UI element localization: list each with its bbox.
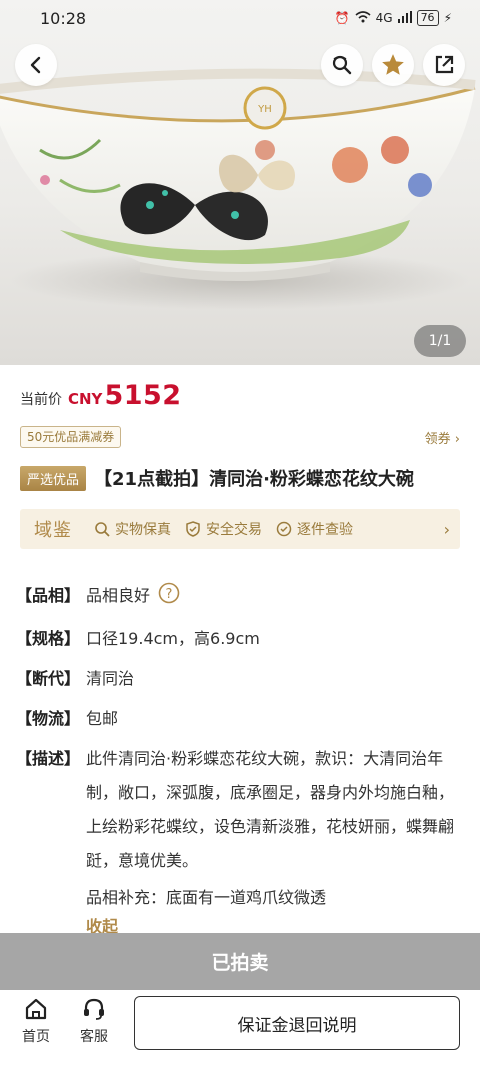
network-label: 4G bbox=[375, 11, 393, 25]
signal-icon bbox=[397, 10, 412, 26]
home-icon bbox=[25, 998, 47, 1020]
attr-key: 【规格】 bbox=[16, 629, 81, 648]
nav-home-label: 首页 bbox=[22, 1029, 50, 1045]
favorite-button[interactable] bbox=[372, 44, 414, 86]
help-icon[interactable]: ? bbox=[158, 582, 180, 608]
attr-key: 【物流】 bbox=[16, 709, 81, 728]
assurance-item-label: 安全交易 bbox=[206, 522, 262, 538]
battery-level: 76 bbox=[416, 10, 439, 26]
image-search-button[interactable] bbox=[321, 44, 363, 86]
nav-service[interactable]: 客服 bbox=[72, 996, 116, 1046]
status-icons: ⏰ 4G 76 ⚡ bbox=[335, 10, 452, 26]
check-circle-icon bbox=[276, 521, 292, 537]
product-title: 【21点截拍】清同治·粉彩蝶恋花纹大碗 bbox=[94, 469, 414, 490]
attr-value: 清同治 bbox=[86, 669, 135, 688]
product-title-row: 严选优品 【21点截拍】清同治·粉彩蝶恋花纹大碗 bbox=[20, 465, 465, 491]
search-icon bbox=[95, 522, 110, 537]
attr-shipping: 【物流】 包邮 bbox=[16, 705, 118, 729]
assurance-item-label: 实物保真 bbox=[115, 522, 171, 538]
wifi-icon bbox=[355, 10, 371, 26]
status-bar: 10:28 ⏰ 4G 76 ⚡ bbox=[0, 0, 480, 36]
svg-text:?: ? bbox=[166, 587, 173, 602]
condition-supplement: 品相补充：底面有一道鸡爪纹微透 bbox=[86, 888, 327, 907]
share-button[interactable] bbox=[423, 44, 465, 86]
status-time: 10:28 bbox=[40, 8, 87, 28]
assurance-item-authentic: 实物保真 bbox=[94, 519, 171, 539]
attr-description: 【描述】 bbox=[16, 745, 86, 769]
attr-period: 【断代】 清同治 bbox=[16, 665, 134, 689]
assurance-item-inspection: 逐件查验 bbox=[276, 519, 353, 539]
nav-service-label: 客服 bbox=[80, 1029, 108, 1045]
attr-condition: 【品相】 品相良好 ? bbox=[16, 582, 180, 608]
image-page-indicator: 1/1 bbox=[414, 325, 466, 357]
charging-icon: ⚡ bbox=[443, 11, 452, 25]
description-text: 此件清同治·粉彩蝶恋花纹大碗，款识：大清同治年制，敞口，深弧腹，底承圈足，器身内… bbox=[86, 749, 455, 870]
coupon-tag[interactable]: 50元优品满减券 bbox=[20, 426, 122, 448]
back-button[interactable] bbox=[15, 44, 57, 86]
sold-status-bar: 已拍卖 bbox=[0, 933, 480, 990]
chevron-right-icon: › bbox=[443, 519, 450, 539]
assurance-item-label: 逐件查验 bbox=[297, 522, 353, 538]
attr-key: 【品相】 bbox=[16, 586, 81, 605]
headset-icon bbox=[84, 998, 104, 1020]
assurance-logo: 域鉴 bbox=[34, 520, 72, 541]
assurance-item-safe-trade: 安全交易 bbox=[185, 519, 262, 539]
selection-badge: 严选优品 bbox=[20, 465, 87, 491]
price-value: 5152 bbox=[104, 380, 182, 411]
price-currency: CNY bbox=[68, 390, 103, 408]
get-coupon-link[interactable]: 领券 › bbox=[425, 428, 460, 447]
price-row: 当前价 CNY 5152 bbox=[20, 380, 182, 411]
price-label: 当前价 bbox=[20, 392, 62, 408]
deposit-refund-button[interactable]: 保证金退回说明 bbox=[134, 996, 460, 1050]
shield-check-icon bbox=[186, 521, 200, 537]
share-icon bbox=[435, 55, 454, 74]
attr-size: 【规格】 口径19.4cm，高6.9cm bbox=[16, 625, 260, 649]
assurance-bar[interactable]: 域鉴 实物保真 安全交易 逐件查验 › bbox=[20, 509, 460, 549]
attr-value: 包邮 bbox=[86, 709, 119, 728]
bottom-bar: 首页 客服 保证金退回说明 bbox=[0, 990, 480, 1067]
star-icon bbox=[382, 54, 404, 75]
nav-home[interactable]: 首页 bbox=[14, 996, 58, 1046]
attr-value: 品相良好 bbox=[86, 586, 151, 605]
attr-key: 【断代】 bbox=[16, 669, 81, 688]
attr-value: 口径19.4cm，高6.9cm bbox=[86, 629, 260, 648]
chevron-left-icon bbox=[30, 56, 41, 74]
image-search-icon bbox=[332, 55, 352, 75]
sticker-label: YH bbox=[257, 104, 272, 115]
alarm-icon: ⏰ bbox=[334, 11, 350, 25]
attr-key: 【描述】 bbox=[16, 749, 81, 768]
